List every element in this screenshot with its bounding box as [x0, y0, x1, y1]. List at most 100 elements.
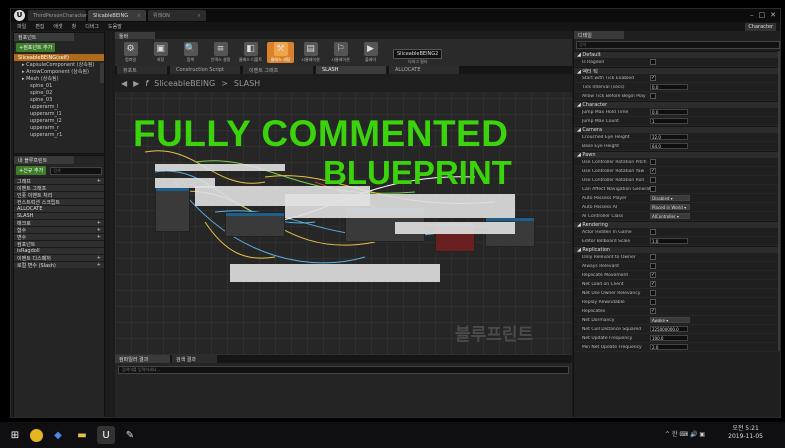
tab-find-results[interactable]: 검색 결과	[172, 355, 217, 363]
property-checkbox[interactable]	[650, 59, 656, 65]
tree-item[interactable]: upperarm_l1	[14, 110, 104, 117]
comment-box[interactable]	[285, 194, 515, 218]
menu-window[interactable]: 창	[72, 23, 77, 30]
property-checkbox[interactable]: ✓	[650, 75, 656, 81]
add-icon[interactable]: +	[97, 262, 101, 268]
add-icon[interactable]: +	[97, 234, 101, 240]
property-checkbox[interactable]: ✓	[650, 308, 656, 314]
add-icon[interactable]: +	[97, 220, 101, 226]
menu-file[interactable]: 파일	[17, 23, 26, 30]
blueprint-section-header[interactable]: 매크로 +	[14, 219, 104, 227]
property-value[interactable]: 0.0	[650, 84, 688, 90]
my-blueprint-tab[interactable]: 내 블루프린트	[14, 156, 74, 164]
property-value[interactable]: 1	[650, 118, 688, 124]
property-dropdown[interactable]: Awake ▾	[650, 317, 690, 323]
doc-tab-third[interactable]: 위레ON ×	[148, 10, 206, 21]
details-scrollbar[interactable]	[778, 51, 780, 351]
toolbar-button[interactable]: ≡ 인덱스 설정	[207, 42, 234, 63]
menu-help[interactable]: 도움말	[108, 23, 122, 30]
property-checkbox[interactable]	[650, 93, 656, 99]
search-input[interactable]: 검색	[50, 166, 102, 175]
property-dropdown[interactable]: Placed in World ▾	[650, 204, 690, 210]
blueprint-section-header[interactable]: 함수 +	[14, 226, 104, 234]
property-value[interactable]: 225000000.0	[650, 326, 688, 332]
windows-start-icon[interactable]: ⊞	[6, 426, 24, 444]
tab-slash[interactable]: SLASH	[316, 66, 386, 74]
tree-item[interactable]: upperarm_l	[14, 103, 104, 110]
tree-item[interactable]: spine_03	[14, 96, 104, 103]
property-checkbox[interactable]	[650, 159, 656, 165]
property-checkbox[interactable]	[650, 254, 656, 260]
forward-arrow-icon[interactable]: ▶	[133, 79, 139, 88]
details-section-header[interactable]: ◢ Replication	[574, 246, 780, 253]
toolbar-button[interactable]: ⚐ 시뮬레이션	[327, 42, 354, 63]
tab-construction-script[interactable]: Construction Script	[170, 66, 240, 74]
root-component[interactable]: SliceableBEING(self)	[14, 54, 104, 61]
property-dropdown[interactable]: Disabled ▾	[650, 195, 690, 201]
details-section-header[interactable]: ◢ 액터 틱	[574, 67, 780, 75]
minimize-button[interactable]: –	[750, 11, 754, 19]
details-section-header[interactable]: ◢ Rendering	[574, 221, 780, 228]
graph-node[interactable]	[225, 212, 285, 237]
blueprint-section-header[interactable]: ALLOCATE	[14, 205, 104, 212]
back-arrow-icon[interactable]: ◀	[121, 79, 127, 88]
property-dropdown[interactable]: AIController ▾	[650, 213, 690, 219]
property-checkbox[interactable]	[650, 290, 656, 296]
scrollbar[interactable]	[100, 63, 104, 83]
property-value[interactable]: 64.0	[650, 143, 688, 149]
details-section-header[interactable]: ◢ Character	[574, 101, 780, 108]
details-section-header[interactable]: ◢ Default	[574, 51, 780, 58]
graph-canvas[interactable]: FULLY COMMENTED BLUEPRINT 블루프린트	[115, 82, 572, 355]
app-icon[interactable]: ◆	[49, 426, 67, 444]
debug-object-select[interactable]: SliceableBEING2	[393, 49, 443, 59]
property-checkbox[interactable]	[650, 186, 656, 192]
add-component-button[interactable]: +컴포넌트 추가	[16, 43, 56, 52]
blueprint-section-header[interactable]: 컴포넌트	[14, 240, 104, 248]
toolbar-button[interactable]: ▣ 저장	[147, 42, 174, 63]
property-checkbox[interactable]	[650, 299, 656, 305]
blueprint-section-header[interactable]: 이벤트 디스패처 +	[14, 254, 104, 262]
blueprint-section-header[interactable]: isRagdoll	[14, 247, 104, 254]
property-checkbox[interactable]	[650, 177, 656, 183]
blueprint-section-header[interactable]: SLASH	[14, 212, 104, 219]
graph-node[interactable]	[155, 187, 190, 232]
tab-compiler-results[interactable]: 컴파일러 결과	[115, 355, 170, 363]
tree-item[interactable]: upperarm_l2	[14, 117, 104, 124]
toolbar-button[interactable]: ⚙ 컴파일	[117, 42, 144, 63]
tree-item[interactable]: ▸ Mesh (상속됨)	[14, 75, 104, 82]
menu-debug[interactable]: 디버그	[85, 23, 99, 30]
add-icon[interactable]: +	[97, 255, 101, 261]
tab-event-graph[interactable]: 이벤트 그래프	[243, 66, 313, 74]
details-search-input[interactable]: 검색	[576, 41, 780, 49]
toolbar-button[interactable]: 🔍 탐색	[177, 42, 204, 63]
add-icon[interactable]: +	[97, 227, 101, 233]
tree-item[interactable]: upperarm_r	[14, 124, 104, 131]
add-icon[interactable]: +	[97, 178, 101, 184]
doc-tab-third-person[interactable]: ThirdPersonCharacter×	[28, 10, 91, 21]
property-checkbox[interactable]: ✓	[650, 272, 656, 278]
menu-edit[interactable]: 편집	[35, 23, 44, 30]
doc-tab-sliceable[interactable]: SlicableBEING ×	[88, 10, 146, 21]
tree-item[interactable]: spine_01	[14, 82, 104, 89]
details-section-header[interactable]: ◢ Pawn	[574, 151, 780, 158]
tree-item[interactable]: upperarm_r1	[14, 131, 104, 138]
clock[interactable]: 오전 5:21 2019-11-05	[728, 425, 763, 441]
details-section-header[interactable]: ◢ Camera	[574, 126, 780, 133]
blueprint-section-header[interactable]: 그래프 +	[14, 177, 104, 185]
property-checkbox[interactable]	[650, 229, 656, 235]
comment-box[interactable]	[155, 164, 285, 171]
unreal-engine-icon[interactable]: U	[97, 426, 115, 444]
breadcrumb-graph[interactable]: SLASH	[234, 79, 260, 88]
app-icon[interactable]: ✎	[121, 426, 139, 444]
tab-viewport[interactable]: 뷰포트	[117, 66, 167, 74]
property-value[interactable]: 1.0	[650, 238, 688, 244]
blueprint-section-header[interactable]: 이벤트 그래프	[14, 184, 104, 192]
close-window-button[interactable]: ✕	[770, 11, 776, 19]
close-icon[interactable]: ×	[197, 13, 201, 19]
find-search-input[interactable]: 검색어를 입력하세요...	[118, 366, 569, 374]
blueprint-section-header[interactable]: 인풋 이벤트 처리	[14, 191, 104, 199]
toolbar-button[interactable]: ▶ 플레이	[357, 42, 384, 63]
system-tray[interactable]: ^ 한 ⌨ 🔊 ▣	[665, 429, 705, 438]
toolbar-button[interactable]: ◧ 클래스 디폴트	[237, 42, 264, 63]
details-tab[interactable]: 디테일	[574, 31, 624, 39]
